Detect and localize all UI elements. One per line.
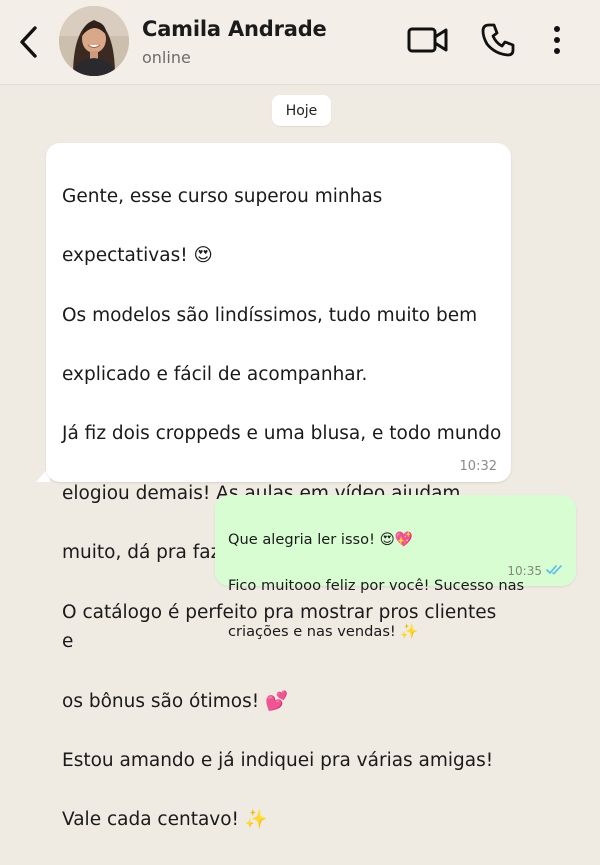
outgoing-message[interactable]: Que alegria ler isso! 😍💖 Fico muitooo fe… xyxy=(215,495,576,640)
more-vertical-icon[interactable] xyxy=(542,20,572,60)
message-line: Gente, esse curso superou minhas xyxy=(62,185,383,207)
contact-status: online xyxy=(142,48,191,67)
message-line: Os modelos são lindíssimos, tudo muito b… xyxy=(62,304,478,326)
contact-name[interactable]: Camila Andrade xyxy=(142,17,327,41)
message-line: Vale cada centavo! ✨ xyxy=(62,809,268,831)
message-line: Que alegria ler isso! 😍💖 xyxy=(228,531,413,548)
message-line: Já fiz dois croppeds e uma blusa, e todo… xyxy=(62,423,502,445)
message-line: expectativas! 😍 xyxy=(62,245,213,267)
double-check-icon xyxy=(546,564,564,578)
message-line: explicado e fácil de acompanhar. xyxy=(62,363,368,385)
date-chip: Hoje xyxy=(272,95,331,126)
phone-icon[interactable] xyxy=(478,20,518,60)
incoming-message-time: 10:32 xyxy=(459,459,497,474)
message-line: Estou amando e já indiquei pra várias am… xyxy=(62,750,494,772)
outgoing-message-text: Que alegria ler isso! 😍💖 Fico muitooo fe… xyxy=(228,505,564,666)
avatar[interactable] xyxy=(59,6,129,76)
video-call-icon[interactable] xyxy=(405,22,451,58)
back-arrow-icon[interactable] xyxy=(14,24,44,60)
incoming-message[interactable]: Gente, esse curso superou minhas expecta… xyxy=(46,143,511,830)
message-line: os bônus são ótimos! 💕 xyxy=(62,690,289,712)
message-line: criações e nas vendas! ✨ xyxy=(228,623,419,640)
outgoing-message-meta: 10:35 xyxy=(507,564,564,578)
outgoing-message-time: 10:35 xyxy=(507,564,542,578)
chat-header: Camila Andrade online xyxy=(0,0,600,85)
